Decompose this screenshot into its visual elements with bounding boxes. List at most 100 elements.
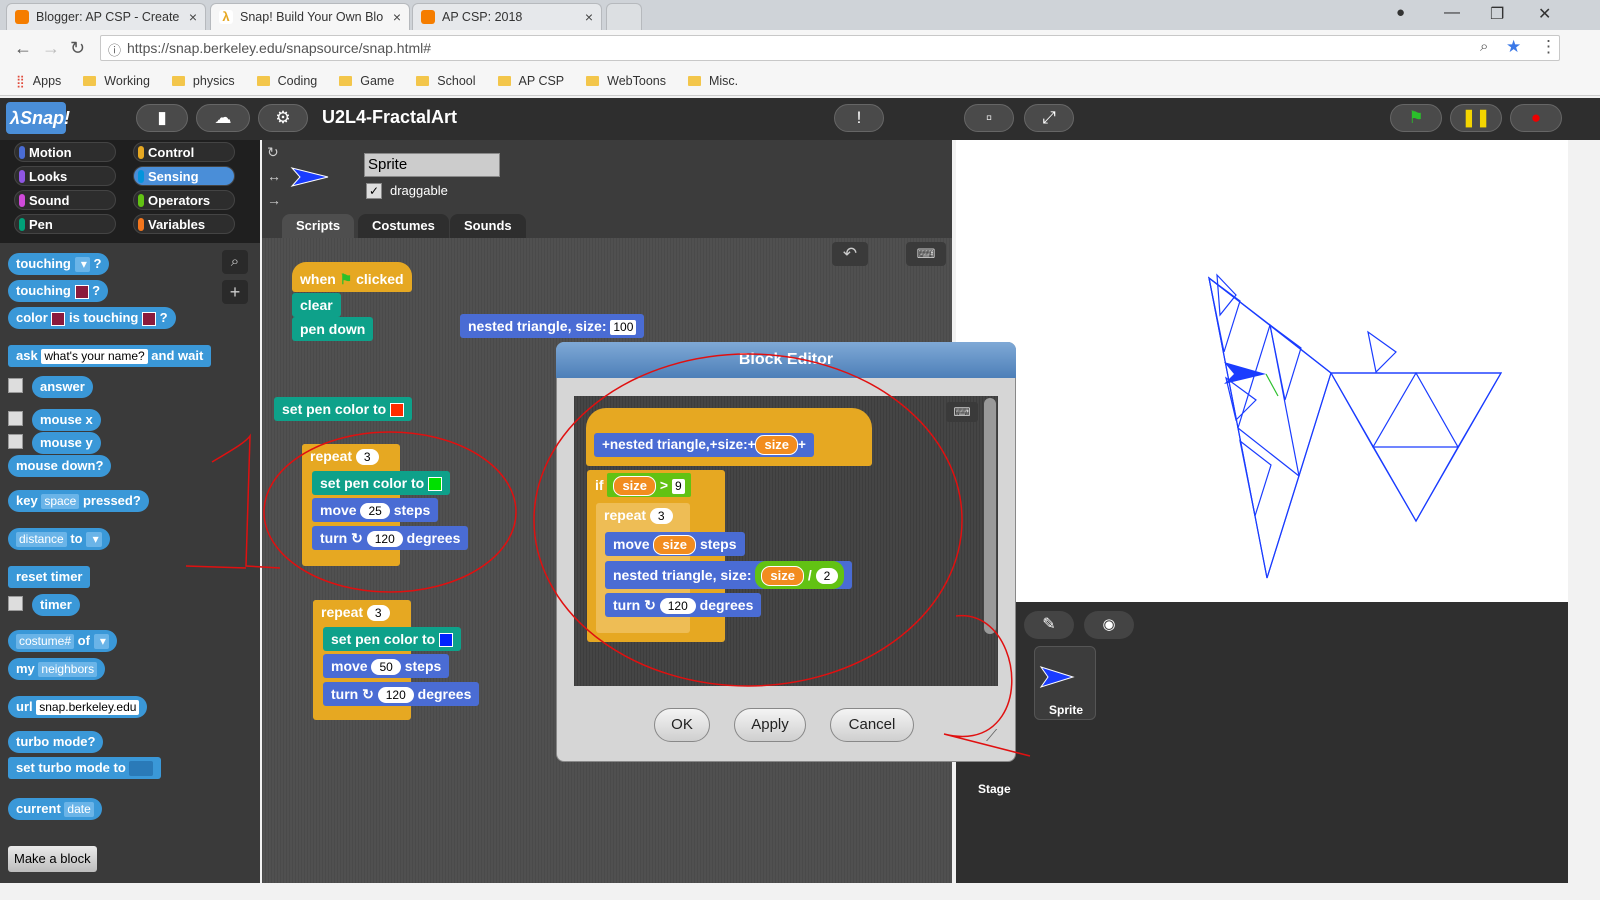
make-a-block-button[interactable]: Make a block (8, 846, 97, 872)
dropdown-slot[interactable]: ▾ (93, 634, 109, 650)
color-touching-block[interactable]: color is touching ? (8, 307, 176, 329)
bookmark-folder[interactable]: AP CSP (497, 74, 564, 88)
set-pen-color-block[interactable]: set pen color to (323, 627, 462, 651)
size-variable[interactable]: size (653, 535, 697, 556)
block-editor-title[interactable]: Block Editor (556, 342, 1016, 378)
tab-sounds[interactable]: Sounds (450, 214, 526, 238)
color-swatch-green[interactable] (428, 477, 443, 492)
forward-icon[interactable]: → (42, 38, 60, 59)
threshold-slot[interactable]: 9 (672, 478, 685, 494)
close-window-icon[interactable]: ✕ (1538, 4, 1551, 24)
minimize-icon[interactable]: — (1444, 4, 1460, 22)
category-motion[interactable]: Motion (14, 142, 116, 162)
browser-tab-apcsp[interactable]: AP CSP: 2018 × (412, 3, 602, 30)
touching-color-block[interactable]: touching ? (8, 280, 109, 302)
mouse-y-reporter[interactable]: mouse y (32, 432, 101, 454)
ask-input-slot[interactable]: what's your name? (41, 349, 148, 365)
stop-button[interactable]: ● (1510, 104, 1562, 132)
nested-triangle-block[interactable]: nested triangle, size: 100 (460, 314, 645, 338)
current-date-block[interactable]: current date (8, 798, 102, 820)
apply-button[interactable]: Apply (734, 708, 806, 742)
mouse-x-reporter[interactable]: mouse x (32, 409, 101, 431)
bookmark-folder[interactable]: WebToons (586, 74, 666, 88)
menu-icon[interactable]: ⋮ (1540, 37, 1557, 57)
bookmark-apps[interactable]: ⣿ Apps (16, 74, 61, 88)
reset-timer-block[interactable]: reset timer (8, 566, 91, 588)
block-prototype[interactable]: +nested triangle,+size:+ size + (594, 433, 814, 457)
my-neighbors-block[interactable]: my neighbors (8, 658, 106, 680)
size-input-slot[interactable]: 100 (610, 319, 637, 335)
presentation-mode-button[interactable]: ⤢ (1024, 104, 1074, 132)
category-variables[interactable]: Variables (133, 214, 235, 234)
divide-block[interactable]: size / 2 (755, 561, 845, 589)
turn-block[interactable]: turn ↻ 120 degrees (323, 682, 480, 706)
set-pen-color-block[interactable]: set pen color to (312, 471, 451, 495)
tab-scripts[interactable]: Scripts (282, 214, 355, 238)
distance-block[interactable]: distance to ▾ (8, 528, 110, 550)
search-blocks-button[interactable]: ⌕ (222, 250, 248, 274)
bookmark-folder[interactable]: physics (171, 74, 235, 88)
turbo-mode-block[interactable]: turbo mode? (8, 731, 104, 753)
repeat-count-slot[interactable]: 3 (649, 508, 673, 525)
move-steps-slot[interactable]: 25 (360, 503, 390, 520)
close-icon[interactable]: × (393, 9, 401, 25)
reload-icon[interactable]: ↻ (70, 38, 85, 59)
unused-blocks-button[interactable]: ! (834, 104, 884, 132)
category-operators[interactable]: Operators (133, 190, 235, 210)
maximize-icon[interactable]: ❐ (1490, 4, 1504, 24)
turn-degrees-slot[interactable]: 120 (366, 531, 403, 548)
neighbors-dropdown[interactable]: neighbors (38, 662, 98, 678)
color-swatch-blue[interactable] (439, 633, 454, 648)
paint-new-sprite-button[interactable]: ✎ (1024, 611, 1074, 639)
info-icon[interactable]: ⓘ (108, 40, 121, 59)
color-swatch-red[interactable] (390, 403, 405, 418)
url-input[interactable]: https://snap.berkeley.edu/snapsource/sna… (100, 35, 1560, 61)
repeat-count-slot[interactable]: 3 (355, 449, 379, 466)
move-steps-slot[interactable]: 50 (371, 659, 401, 676)
new-tab-button[interactable] (606, 3, 642, 30)
rotate-lr-icon[interactable]: ↔ (267, 168, 281, 184)
browser-tab-blogger[interactable]: Blogger: AP CSP - Create × (6, 3, 206, 30)
set-turbo-mode-block[interactable]: set turbo mode to (8, 757, 162, 779)
cloud-menu-button[interactable]: ☁ (196, 104, 250, 132)
bookmark-folder[interactable]: Misc. (687, 74, 738, 88)
boolean-slot[interactable] (129, 761, 154, 777)
key-pressed-block[interactable]: key space pressed? (8, 490, 149, 512)
turn-block[interactable]: turn ↻ 120 degrees (605, 593, 762, 617)
no-rotate-icon[interactable]: → (267, 192, 281, 208)
greater-than-block[interactable]: size > 9 (607, 473, 691, 497)
draggable-checkbox[interactable]: ✓ (366, 183, 382, 199)
category-control[interactable]: Control (133, 142, 235, 162)
rotate-full-icon[interactable]: ↻ (267, 144, 279, 161)
move-block[interactable]: move size steps (605, 532, 745, 556)
green-flag-button[interactable]: ⚑ (1390, 104, 1442, 132)
mouse-down-block[interactable]: mouse down? (8, 455, 112, 477)
touching-block[interactable]: touching ▾ ? (8, 253, 110, 275)
close-icon[interactable]: × (585, 9, 593, 25)
when-flag-clicked-hat[interactable]: when ⚑ clicked (292, 262, 412, 292)
browser-tab-snap[interactable]: λ Snap! Build Your Own Blo × (210, 3, 410, 30)
timer-reporter[interactable]: timer (32, 594, 80, 616)
mouse-x-checkbox[interactable] (8, 411, 23, 426)
resize-handle-icon[interactable]: ⟋ (986, 728, 997, 746)
category-pen[interactable]: Pen (14, 214, 116, 234)
color-swatch[interactable] (142, 311, 157, 326)
clear-block[interactable]: clear (292, 293, 341, 317)
sprite-name-input[interactable]: Sprite (364, 153, 500, 177)
turn-degrees-slot[interactable]: 120 (377, 687, 414, 704)
file-menu-button[interactable]: ▮ (136, 104, 188, 132)
bookmark-folder[interactable]: Game (339, 74, 394, 88)
size-parameter[interactable]: size (755, 435, 799, 456)
sprite-arrow-icon[interactable] (1224, 362, 1266, 384)
key-dropdown[interactable]: space (41, 494, 80, 510)
size-variable[interactable]: size (761, 566, 804, 587)
dialog-scrollbar[interactable] (984, 398, 996, 634)
category-looks[interactable]: Looks (14, 166, 116, 186)
answer-checkbox[interactable] (8, 378, 23, 393)
settings-menu-button[interactable]: ⚙ (258, 104, 308, 132)
snap-logo[interactable]: λSnap! (6, 102, 70, 134)
bookmark-folder[interactable]: Working (83, 74, 150, 88)
stage-size-button[interactable]: ▫ (964, 104, 1014, 132)
color-swatch[interactable] (74, 284, 89, 299)
repeat-count-slot[interactable]: 3 (366, 605, 390, 622)
